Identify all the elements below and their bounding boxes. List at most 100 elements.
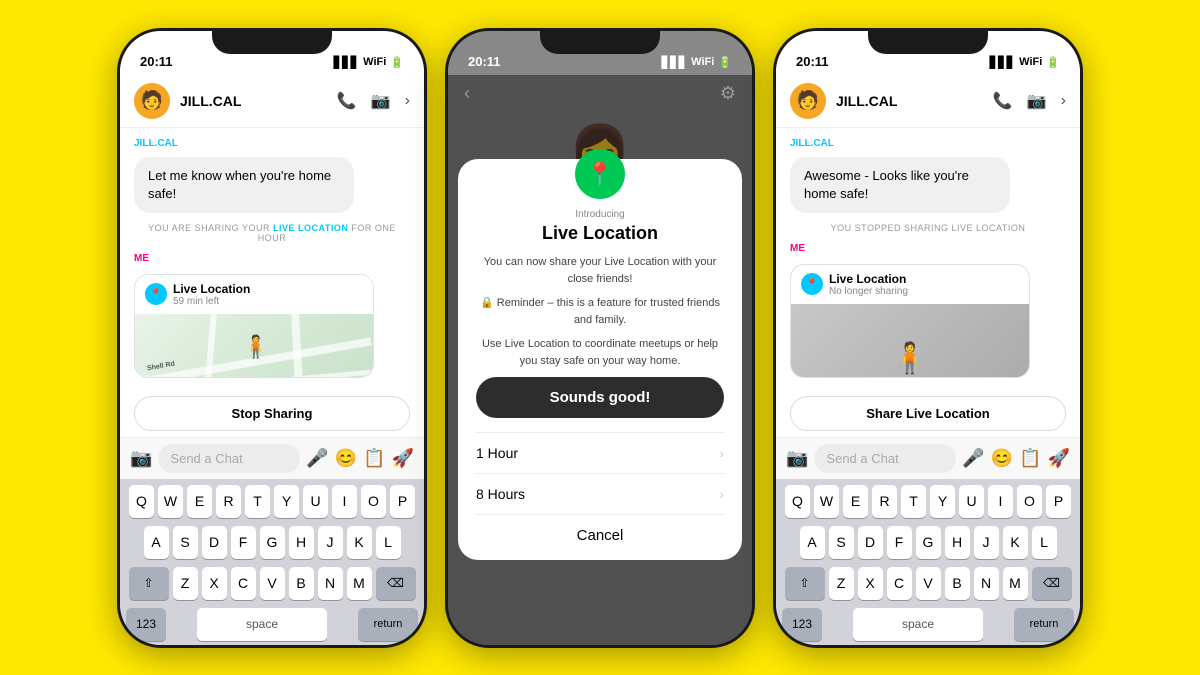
chat-input-left[interactable]: Send a Chat [158, 444, 300, 473]
key-B[interactable]: B [289, 567, 314, 600]
option-1-hour[interactable]: 1 Hour › [476, 432, 724, 473]
key-E-r[interactable]: E [843, 485, 868, 518]
kb-row2-right: A S D F G H J K L [779, 526, 1077, 559]
key-J-r[interactable]: J [974, 526, 999, 559]
emoji-icon-left[interactable]: 😊 [335, 448, 357, 469]
key-N[interactable]: N [318, 567, 343, 600]
key-W[interactable]: W [158, 485, 183, 518]
key-F-r[interactable]: F [887, 526, 912, 559]
cancel-button[interactable]: Cancel [476, 514, 724, 544]
battery-icon-right: 🔋 [1046, 56, 1060, 69]
sender-label-jill-right: JILL.CAL [790, 138, 1066, 149]
key-D[interactable]: D [202, 526, 227, 559]
key-S-r[interactable]: S [829, 526, 854, 559]
chat-input-bar-left: 📷 Send a Chat 🎤 😊 📋 🚀 [120, 437, 424, 479]
key-X[interactable]: X [202, 567, 227, 600]
key-K-r[interactable]: K [1003, 526, 1028, 559]
key-L-r[interactable]: L [1032, 526, 1057, 559]
key-B-r[interactable]: B [945, 567, 970, 600]
key-C-r[interactable]: C [887, 567, 912, 600]
signal-icon-mid: ▋▋▋ [662, 56, 687, 69]
option-8-hours[interactable]: 8 Hours › [476, 473, 724, 514]
camera-icon-left[interactable]: 📷 [130, 448, 152, 469]
key-G[interactable]: G [260, 526, 285, 559]
mic-icon-right[interactable]: 🎤 [962, 448, 984, 469]
rocket-icon-left[interactable]: 🚀 [392, 448, 414, 469]
stop-sharing-button[interactable]: Stop Sharing [134, 396, 410, 431]
live-location-card-left[interactable]: 📍 Live Location 59 min left Shell Rd Ave… [134, 274, 374, 378]
key-R[interactable]: R [216, 485, 241, 518]
video-icon-left[interactable]: 📷 [371, 91, 391, 111]
more-icon-right[interactable]: › [1061, 92, 1066, 110]
key-W-r[interactable]: W [814, 485, 839, 518]
no-share-card-right[interactable]: 📍 Live Location No longer sharing 🧍 [790, 264, 1030, 378]
share-live-location-button[interactable]: Share Live Location [790, 396, 1066, 431]
phone-icon-right[interactable]: 📞 [993, 91, 1013, 111]
key-U-r[interactable]: U [959, 485, 984, 518]
signal-icon-right: ▋▋▋ [990, 56, 1015, 69]
key-123-right[interactable]: 123 [782, 608, 822, 641]
location-header-right: 📍 Live Location No longer sharing [791, 265, 1029, 304]
key-F[interactable]: F [231, 526, 256, 559]
status-icons-right: ▋▋▋ WiFi 🔋 [990, 56, 1060, 69]
key-D-r[interactable]: D [858, 526, 883, 559]
emoji-icon-right[interactable]: 😊 [991, 448, 1013, 469]
key-Q-r[interactable]: Q [785, 485, 810, 518]
key-T[interactable]: T [245, 485, 270, 518]
chevron-1-hour: › [719, 445, 724, 461]
key-L[interactable]: L [376, 526, 401, 559]
sticker-icon-left[interactable]: 📋 [363, 448, 385, 469]
sticker-icon-right[interactable]: 📋 [1019, 448, 1041, 469]
phone-icon-left[interactable]: 📞 [337, 91, 357, 111]
key-G-r[interactable]: G [916, 526, 941, 559]
key-K[interactable]: K [347, 526, 372, 559]
camera-icon-right[interactable]: 📷 [786, 448, 808, 469]
key-R-r[interactable]: R [872, 485, 897, 518]
loc-title-right: Live Location [829, 272, 908, 286]
key-A[interactable]: A [144, 526, 169, 559]
mic-icon-left[interactable]: 🎤 [306, 448, 328, 469]
sounds-good-button[interactable]: Sounds good! [476, 377, 724, 418]
key-H-r[interactable]: H [945, 526, 970, 559]
key-S[interactable]: S [173, 526, 198, 559]
chat-input-right[interactable]: Send a Chat [814, 444, 956, 473]
key-return-right[interactable]: return [1014, 608, 1074, 641]
key-U[interactable]: U [303, 485, 328, 518]
key-Z[interactable]: Z [173, 567, 198, 600]
key-delete-right[interactable]: ⌫ [1032, 567, 1072, 600]
key-A-r[interactable]: A [800, 526, 825, 559]
key-Q[interactable]: Q [129, 485, 154, 518]
key-Y-r[interactable]: Y [930, 485, 955, 518]
key-Z-r[interactable]: Z [829, 567, 854, 600]
key-N-r[interactable]: N [974, 567, 999, 600]
key-M-r[interactable]: M [1003, 567, 1028, 600]
key-V-r[interactable]: V [916, 567, 941, 600]
key-O-r[interactable]: O [1017, 485, 1042, 518]
key-123-left[interactable]: 123 [126, 608, 166, 641]
video-icon-right[interactable]: 📷 [1027, 91, 1047, 111]
key-space-left[interactable]: space [197, 608, 327, 641]
key-T-r[interactable]: T [901, 485, 926, 518]
sharing-notice-right: YOU STOPPED SHARING LIVE LOCATION [790, 223, 1066, 233]
key-shift-left[interactable]: ⇧ [129, 567, 169, 600]
key-return-left[interactable]: return [358, 608, 418, 641]
key-O[interactable]: O [361, 485, 386, 518]
more-icon-left[interactable]: › [405, 92, 410, 110]
key-space-right[interactable]: space [853, 608, 983, 641]
key-H[interactable]: H [289, 526, 314, 559]
key-I-r[interactable]: I [988, 485, 1013, 518]
key-I[interactable]: I [332, 485, 357, 518]
rocket-icon-right[interactable]: 🚀 [1048, 448, 1070, 469]
kb-row2-left: A S D F G H J K L [123, 526, 421, 559]
key-Y[interactable]: Y [274, 485, 299, 518]
key-C[interactable]: C [231, 567, 256, 600]
key-J[interactable]: J [318, 526, 343, 559]
key-E[interactable]: E [187, 485, 212, 518]
key-P[interactable]: P [390, 485, 415, 518]
key-M[interactable]: M [347, 567, 372, 600]
key-delete-left[interactable]: ⌫ [376, 567, 416, 600]
key-shift-right[interactable]: ⇧ [785, 567, 825, 600]
key-V[interactable]: V [260, 567, 285, 600]
key-P-r[interactable]: P [1046, 485, 1071, 518]
key-X-r[interactable]: X [858, 567, 883, 600]
